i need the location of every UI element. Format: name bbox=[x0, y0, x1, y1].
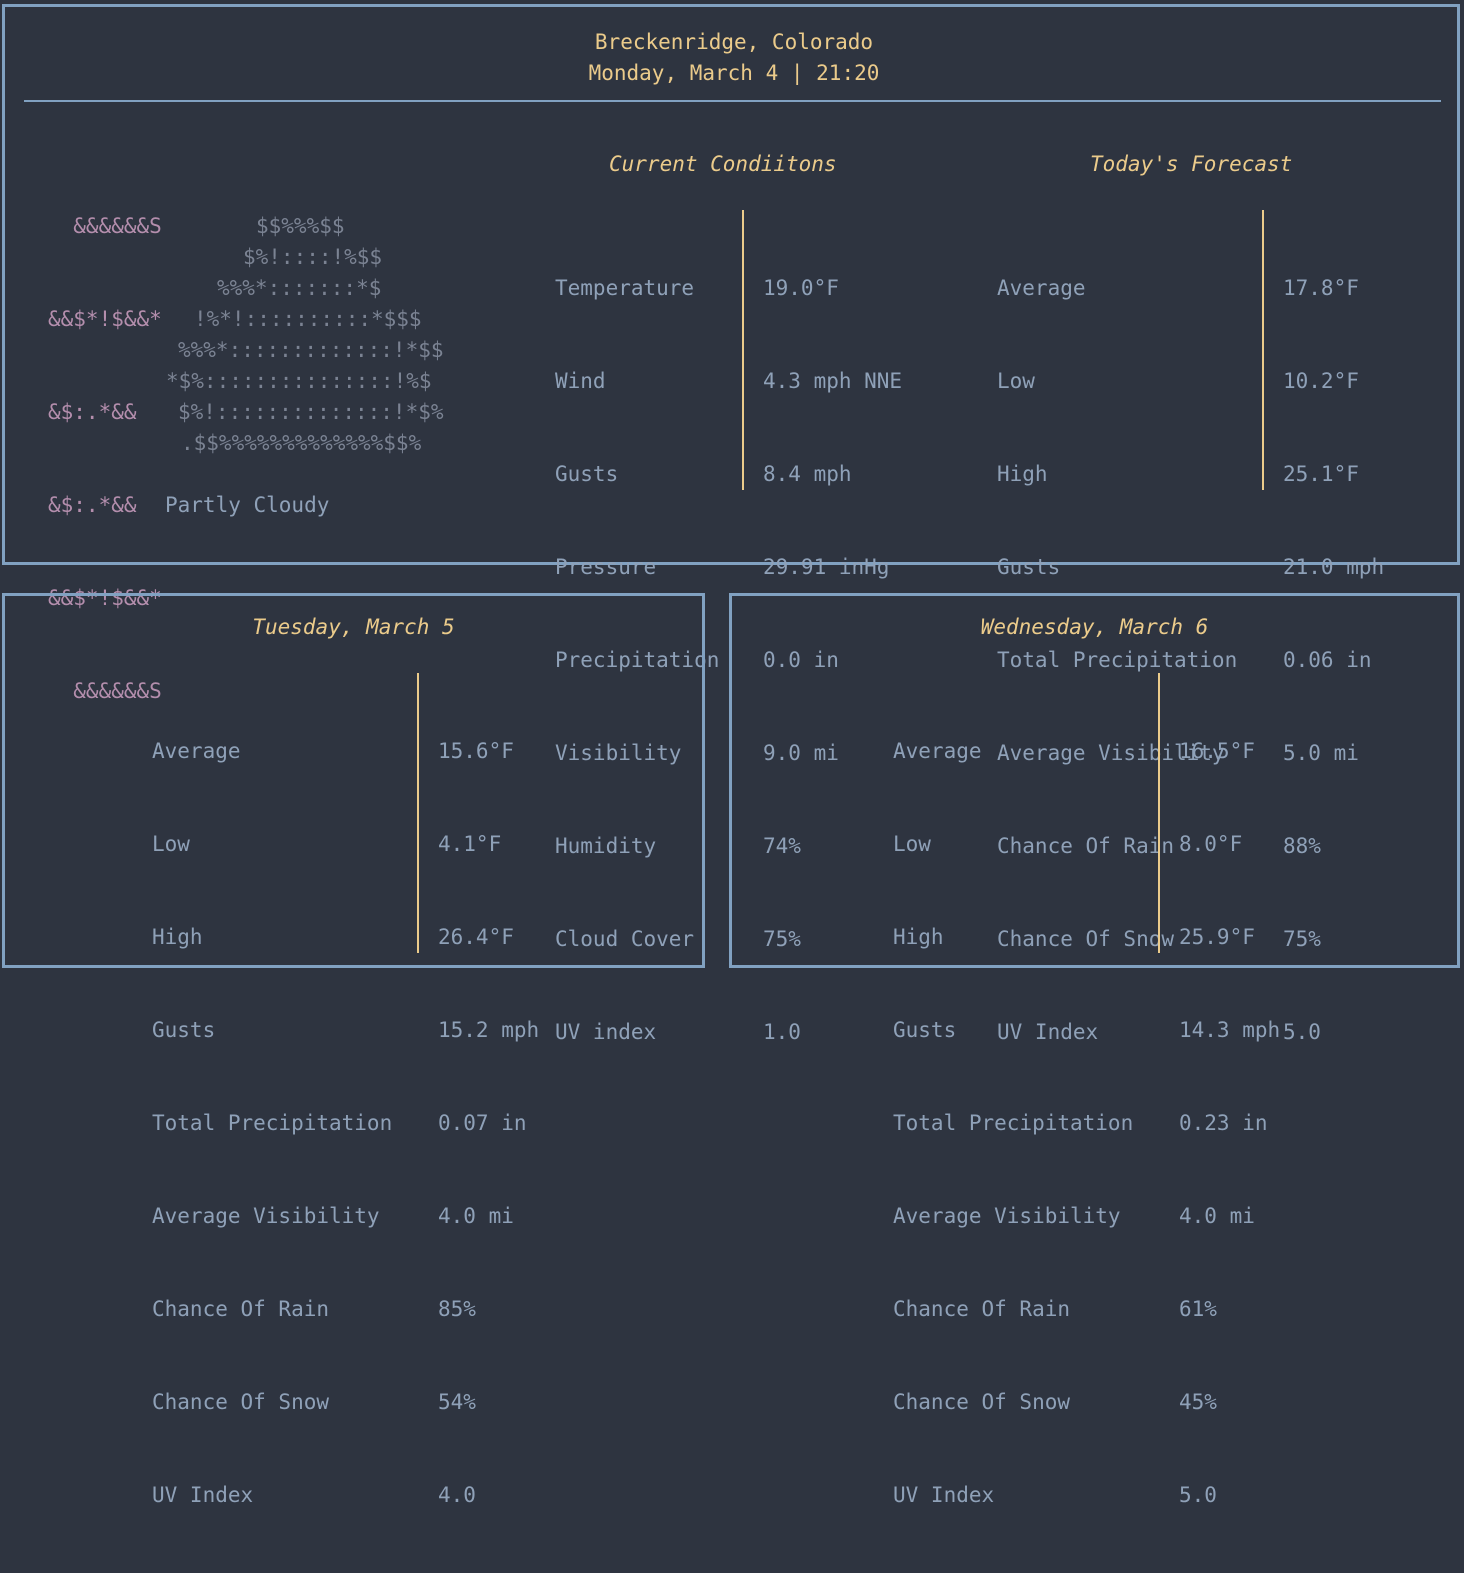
value: 1.0 bbox=[763, 1020, 801, 1044]
location-title: Breckenridge, Colorado bbox=[594, 30, 874, 54]
label: Temperature bbox=[555, 276, 695, 300]
wednesday-labels: Average Low High Gusts Total Precipitati… bbox=[893, 674, 1133, 1573]
column-divider bbox=[417, 673, 419, 953]
wednesday-values: 16.5°F 8.0°F 25.9°F 14.3 mph 0.23 in 4.0… bbox=[1179, 674, 1280, 1573]
value: 25.1°F bbox=[1283, 462, 1359, 486]
label: Average Visibility bbox=[152, 1204, 380, 1228]
value: 0.07 in bbox=[438, 1111, 527, 1135]
value: 25.9°F bbox=[1179, 925, 1255, 949]
label: Chance Of Snow bbox=[152, 1390, 330, 1414]
value: 21.0 mph bbox=[1283, 555, 1385, 579]
condition-label: Partly Cloudy bbox=[165, 493, 330, 517]
value: 4.1°F bbox=[438, 832, 502, 856]
value: 15.2 mph bbox=[438, 1018, 540, 1042]
label: Gusts bbox=[555, 462, 619, 486]
label: Total Precipitation bbox=[893, 1111, 1134, 1135]
value: 0.23 in bbox=[1179, 1111, 1268, 1135]
label: UV index bbox=[555, 1020, 657, 1044]
label: High bbox=[997, 462, 1048, 486]
column-divider bbox=[1262, 210, 1264, 490]
cloud-line: $%!::::!%$$ bbox=[243, 245, 383, 269]
header-divider bbox=[24, 100, 1441, 102]
tuesday-labels: Average Low High Gusts Total Precipitati… bbox=[152, 674, 392, 1573]
current-conditions-title: Current Condiitons bbox=[609, 152, 837, 176]
label: Average bbox=[152, 739, 241, 763]
tuesday-forecast-panel: Tuesday, March 5 Average Low High Gusts … bbox=[2, 593, 705, 1507]
cloud-line: $%!::::::::::::::!*$% bbox=[178, 400, 444, 424]
label: Average Visibility bbox=[893, 1204, 1121, 1228]
todays-forecast-title: Today's Forecast bbox=[1090, 152, 1293, 176]
value: 17.8°F bbox=[1283, 276, 1359, 300]
date-time: Monday, March 4 | 21:20 bbox=[588, 61, 880, 85]
label: Average bbox=[997, 276, 1086, 300]
label: Pressure bbox=[555, 555, 657, 579]
label: Total Precipitation bbox=[152, 1111, 393, 1135]
label: UV Index bbox=[893, 1483, 995, 1507]
value: 5.0 bbox=[1283, 1020, 1321, 1044]
current-weather-panel: Breckenridge, Colorado Monday, March 4 |… bbox=[2, 4, 1460, 1044]
label: Average bbox=[893, 739, 982, 763]
cloud-line: .$$%%%%%%%%%%%%%$$% bbox=[181, 431, 422, 455]
value: 45% bbox=[1179, 1390, 1217, 1414]
column-divider bbox=[1158, 673, 1160, 953]
value: 10.2°F bbox=[1283, 369, 1359, 393]
wednesday-forecast-panel: Wednesday, March 6 Average Low High Gust… bbox=[729, 593, 1460, 1507]
value: 4.0 mi bbox=[438, 1204, 514, 1228]
value: 54% bbox=[438, 1390, 476, 1414]
label: UV Index bbox=[152, 1483, 254, 1507]
label: Gusts bbox=[997, 555, 1061, 579]
label: Low bbox=[893, 832, 931, 856]
cloud-line: %%%*:::::::::::::!*$$ bbox=[178, 338, 444, 362]
label: Wind bbox=[555, 369, 606, 393]
cloud-line: $$%%%$$ bbox=[256, 214, 345, 238]
value: 8.0°F bbox=[1179, 832, 1243, 856]
value: 14.3 mph bbox=[1179, 1018, 1281, 1042]
label: Chance Of Rain bbox=[152, 1297, 330, 1321]
label: High bbox=[152, 925, 203, 949]
label: Low bbox=[997, 369, 1035, 393]
cloud-line: !%*!::::::::::*$$$ bbox=[194, 307, 422, 331]
value: 4.3 mph NNE bbox=[763, 369, 903, 393]
value: 8.4 mph bbox=[763, 462, 852, 486]
cloud-ascii: $$%%%$$ $%!::::!%$$ %%%*:::::::*$ !%*!::… bbox=[5, 211, 485, 521]
label: Gusts bbox=[152, 1018, 216, 1042]
cloud-line: %%%*:::::::*$ bbox=[217, 276, 382, 300]
tuesday-title: Tuesday, March 5 bbox=[252, 615, 455, 639]
value: 4.0 mi bbox=[1179, 1204, 1255, 1228]
label: Low bbox=[152, 832, 190, 856]
label: High bbox=[893, 925, 944, 949]
value: 61% bbox=[1179, 1297, 1217, 1321]
value: 26.4°F bbox=[438, 925, 514, 949]
value: 5.0 bbox=[1179, 1483, 1217, 1507]
label: Chance Of Rain bbox=[893, 1297, 1071, 1321]
wednesday-title: Wednesday, March 6 bbox=[980, 615, 1209, 639]
value: 85% bbox=[438, 1297, 476, 1321]
value: 16.5°F bbox=[1179, 739, 1255, 763]
tuesday-values: 15.6°F 4.1°F 26.4°F 15.2 mph 0.07 in 4.0… bbox=[438, 674, 539, 1573]
value: 19.0°F bbox=[763, 276, 839, 300]
cloud-line: *$%:::::::::::::::!%$ bbox=[166, 369, 432, 393]
label: Gusts bbox=[893, 1018, 957, 1042]
column-divider bbox=[742, 210, 744, 490]
value: 4.0 bbox=[438, 1483, 476, 1507]
value: 29.91 inHg bbox=[763, 555, 890, 579]
value: 15.6°F bbox=[438, 739, 514, 763]
label: Chance Of Snow bbox=[893, 1390, 1071, 1414]
